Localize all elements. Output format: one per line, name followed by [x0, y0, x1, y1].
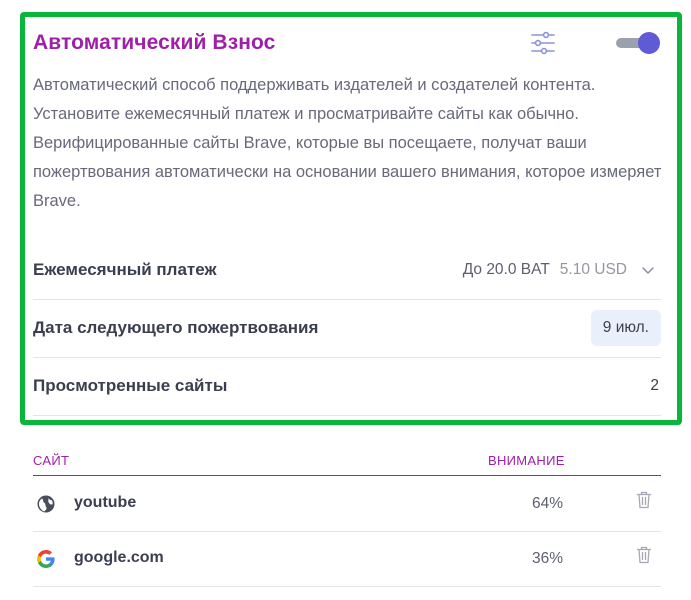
attention-value: 64%: [532, 495, 564, 512]
sites-viewed-count: 2: [650, 377, 659, 394]
site-name[interactable]: google.com: [74, 549, 164, 567]
google-icon: [37, 550, 55, 568]
monthly-payment-usd: 5.10 USD: [559, 261, 627, 278]
trash-icon[interactable]: [636, 546, 652, 564]
attention-value: 36%: [532, 550, 564, 567]
monthly-payment-label: Ежемесячный платеж: [33, 260, 217, 279]
site-name[interactable]: youtube: [74, 494, 136, 512]
sites-viewed-label: Просмотренные сайты: [33, 376, 228, 395]
toggle-knob: [638, 32, 660, 54]
next-contribution-row: Дата следующего пожертвования 9 июл.: [33, 299, 661, 358]
table-row: youtube 64%: [33, 476, 661, 532]
auto-contribute-description: Автоматический способ поддерживать издат…: [33, 76, 662, 210]
globe-icon: [37, 495, 55, 513]
table-row: google.com 36%: [33, 531, 661, 587]
auto-contribute-toggle[interactable]: [614, 32, 662, 54]
sites-table-header: САЙТ ВНИМАНИЕ: [33, 449, 661, 476]
sliders-icon[interactable]: [530, 30, 556, 56]
auto-contribute-title: Автоматический Взнос: [33, 31, 276, 54]
sites-viewed-row: Просмотренные сайты 2: [33, 357, 661, 416]
next-contribution-label: Дата следующего пожертвования: [33, 318, 319, 337]
chevron-down-icon: [642, 267, 654, 274]
monthly-payment-bat: До 20.0 BAT: [462, 261, 550, 278]
trash-icon[interactable]: [636, 491, 652, 509]
column-header-site: САЙТ: [33, 453, 70, 468]
next-contribution-date: 9 июл.: [590, 310, 661, 346]
monthly-payment-row: Ежемесячный платеж До 20.0 BAT 5.10 USD: [33, 241, 661, 300]
column-header-attention: ВНИМАНИЕ: [488, 453, 565, 468]
monthly-payment-select[interactable]: До 20.0 BAT 5.10 USD: [463, 261, 661, 279]
